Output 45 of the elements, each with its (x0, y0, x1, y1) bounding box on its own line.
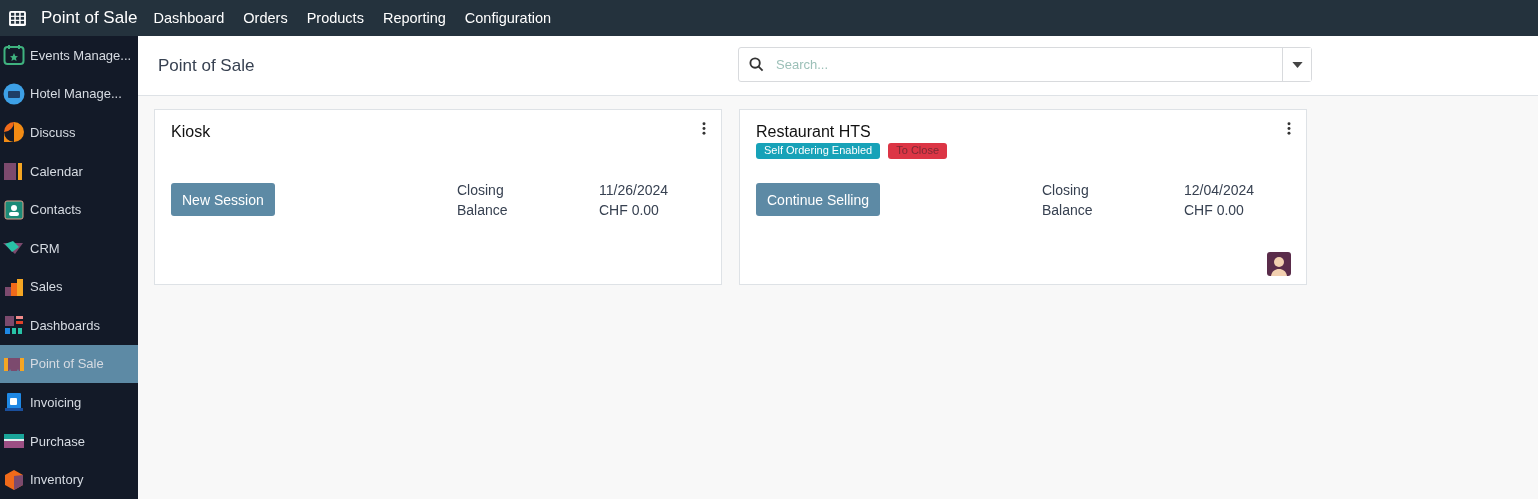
search-icon (749, 57, 764, 72)
app-name[interactable]: Point of Sale (41, 8, 138, 28)
contact-card-icon (3, 198, 25, 221)
invoice-icon (3, 391, 25, 414)
apps-menu-icon[interactable] (9, 10, 26, 26)
sidebar-item[interactable]: Inventory (0, 460, 138, 499)
bed-icon (3, 82, 25, 105)
card-title: Restaurant HTS (756, 123, 871, 141)
sidebar-item[interactable]: CRM (0, 228, 138, 268)
sidebar-item[interactable]: Discuss (0, 113, 138, 152)
caret-icon (1291, 61, 1303, 68)
status-tag: To Close (888, 143, 948, 159)
box-icon (3, 468, 25, 491)
session-button[interactable]: Continue Selling (756, 183, 880, 216)
field-label: Closing (1042, 182, 1090, 198)
dashboard-icon (3, 314, 25, 337)
menu-item[interactable]: Products (306, 10, 364, 26)
status-tag: Self Ordering Enabled (756, 143, 881, 159)
search-field[interactable]: Search... (738, 47, 1312, 82)
kebab-menu-icon[interactable] (702, 122, 706, 135)
page-title: Point of Sale (158, 55, 256, 76)
field-label: Balance (457, 202, 509, 218)
card-title: Kiosk (171, 123, 211, 141)
sidebar-item[interactable]: Sales (0, 267, 138, 307)
sidebar-item[interactable]: Dashboards (0, 306, 138, 345)
session-button[interactable]: New Session (171, 183, 275, 216)
menu-item[interactable]: Reporting (382, 10, 446, 26)
sidebar-item[interactable]: Purchase (0, 421, 138, 461)
menu-item[interactable]: Dashboard (153, 10, 225, 26)
menu-item[interactable]: Configuration (464, 10, 552, 26)
field-value: CHF 0.00 (1184, 202, 1245, 218)
field-value: 11/26/2024 (599, 182, 670, 198)
sidebar-item[interactable]: Contacts (0, 190, 138, 229)
menu-item[interactable]: Orders (243, 10, 288, 26)
field-label: Closing (457, 182, 505, 198)
search-input[interactable]: Search... (776, 50, 1282, 79)
sidebar-item[interactable]: Calendar (0, 151, 138, 191)
sidebar-item[interactable]: Hotel Manage... (0, 74, 138, 114)
sidebar-item[interactable]: Invoicing (0, 383, 138, 422)
field-value: 12/04/2024 (1184, 182, 1256, 198)
kebab-menu-icon[interactable] (1287, 122, 1291, 135)
search-options-button[interactable] (1282, 48, 1311, 81)
field-value: CHF 0.00 (599, 202, 660, 218)
field-label: Balance (1042, 202, 1094, 218)
sidebar-item[interactable]: Events Manage... (0, 36, 138, 75)
